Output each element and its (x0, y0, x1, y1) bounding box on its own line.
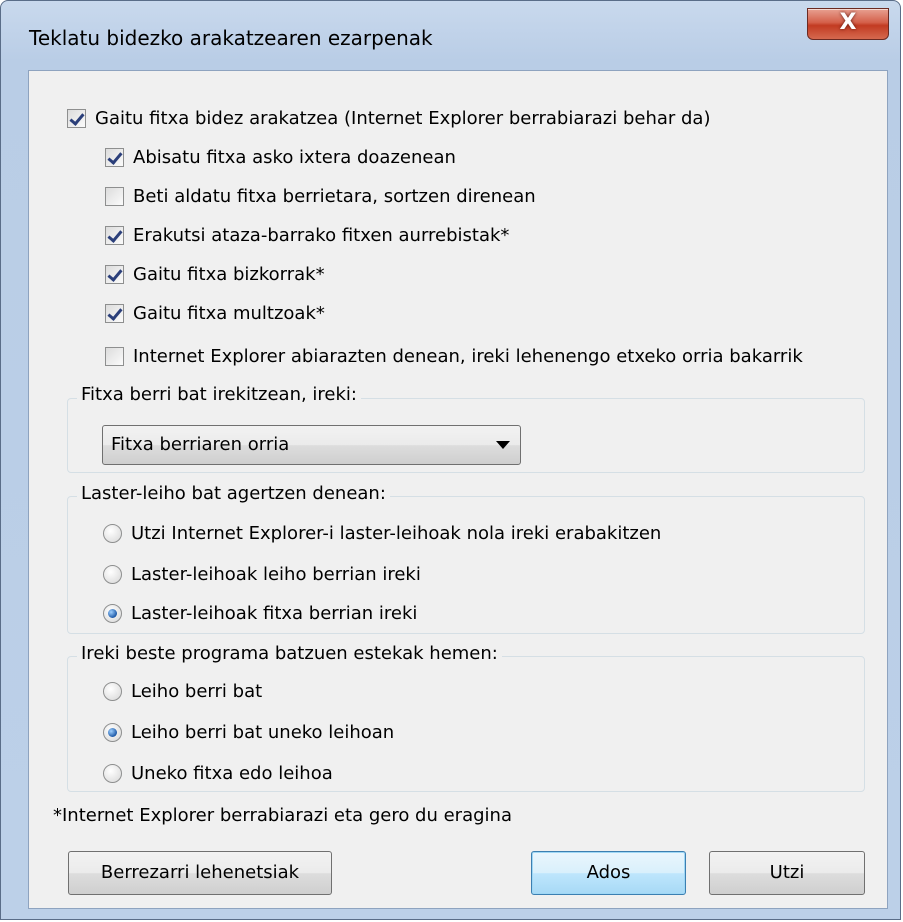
checkbox[interactable] (105, 187, 124, 206)
restart-footnote: *Internet Explorer berrabiarazi eta gero… (53, 805, 512, 826)
radio-button[interactable] (103, 604, 122, 623)
checkbox[interactable] (105, 226, 124, 245)
cancel-button[interactable]: Utzi (709, 851, 865, 895)
option-label: Internet Explorer abiarazten denean, ire… (133, 346, 803, 367)
radio-button[interactable] (103, 565, 122, 584)
option-label: Abisatu fitxa asko ixtera doazenean (133, 147, 456, 168)
option-label: Erakutsi ataza-barrako fitxen aurrebista… (133, 225, 510, 246)
radio-button[interactable] (103, 524, 122, 543)
option-label: Leiho berri bat (131, 681, 263, 702)
links-current-tab-option[interactable]: Uneko fitxa edo leihoa (103, 763, 333, 784)
enable-tabbed-browsing-option[interactable]: Gaitu fitxa bidez arakatzea (Internet Ex… (67, 108, 711, 129)
option-label: Beti aldatu fitxa berrietara, sortzen di… (133, 186, 536, 207)
radio-button[interactable] (103, 682, 122, 701)
popup-group-legend: Laster-leiho bat agertzen denean: (77, 483, 390, 504)
window-title: Teklatu bidezko arakatzearen ezarpenak (29, 26, 433, 50)
quick-tabs-option[interactable]: Gaitu fitxa bizkorrak* (105, 264, 325, 285)
title-bar[interactable]: Teklatu bidezko arakatzearen ezarpenak X (1, 1, 900, 69)
option-label: Laster-leihoak fitxa berrian ireki (131, 603, 418, 624)
radio-button[interactable] (103, 764, 122, 783)
taskbar-previews-option[interactable]: Erakutsi ataza-barrako fitxen aurrebista… (105, 225, 509, 246)
radio-button[interactable] (103, 723, 122, 742)
dialog-content: Gaitu fitxa bidez arakatzea (Internet Ex… (28, 70, 888, 909)
option-label: Gaitu fitxa bizkorrak* (133, 264, 325, 285)
links-new-tab-option[interactable]: Leiho berri bat uneko leihoan (103, 722, 394, 743)
close-button[interactable]: X (807, 8, 889, 40)
checkbox[interactable] (105, 265, 124, 284)
external-links-group-legend: Ireki beste programa batzuen estekak hem… (77, 643, 502, 664)
option-label: Uneko fitxa edo leihoa (131, 763, 333, 784)
checkbox[interactable] (105, 347, 124, 366)
option-label: Gaitu fitxa bidez arakatzea (Internet Ex… (95, 108, 711, 129)
close-icon: X (839, 10, 857, 35)
chevron-down-icon (496, 441, 510, 449)
checkbox[interactable] (105, 304, 124, 323)
switch-to-new-tabs-option[interactable]: Beti aldatu fitxa berrietara, sortzen di… (105, 186, 536, 207)
popup-new-tab-option[interactable]: Laster-leihoak fitxa berrian ireki (103, 603, 417, 624)
warn-closing-tabs-option[interactable]: Abisatu fitxa asko ixtera doazenean (105, 147, 456, 168)
option-label: Laster-leihoak leiho berrian ireki (131, 564, 421, 585)
popup-new-window-option[interactable]: Laster-leihoak leiho berrian ireki (103, 564, 421, 585)
new-tab-group-legend: Fitxa berri bat irekitzean, ireki: (77, 384, 361, 405)
new-tab-dropdown[interactable]: Fitxa berriaren orria (102, 425, 521, 465)
option-label: Leiho berri bat uneko leihoan (131, 722, 395, 743)
links-new-window-option[interactable]: Leiho berri bat (103, 681, 262, 702)
option-label: Utzi Internet Explorer-i laster-leihoak … (131, 523, 662, 544)
dropdown-value: Fitxa berriaren orria (111, 434, 290, 455)
dialog-window: Teklatu bidezko arakatzearen ezarpenak X… (0, 0, 901, 920)
checkbox[interactable] (67, 109, 86, 128)
popup-let-ie-decide-option[interactable]: Utzi Internet Explorer-i laster-leihoak … (103, 523, 661, 544)
option-label: Gaitu fitxa multzoak* (133, 303, 325, 324)
checkbox[interactable] (105, 148, 124, 167)
restore-defaults-button[interactable]: Berrezarri lehenetsiak (68, 851, 332, 895)
ok-button[interactable]: Ados (531, 851, 686, 895)
first-home-page-only-option[interactable]: Internet Explorer abiarazten denean, ire… (105, 346, 803, 367)
tab-groups-option[interactable]: Gaitu fitxa multzoak* (105, 303, 325, 324)
